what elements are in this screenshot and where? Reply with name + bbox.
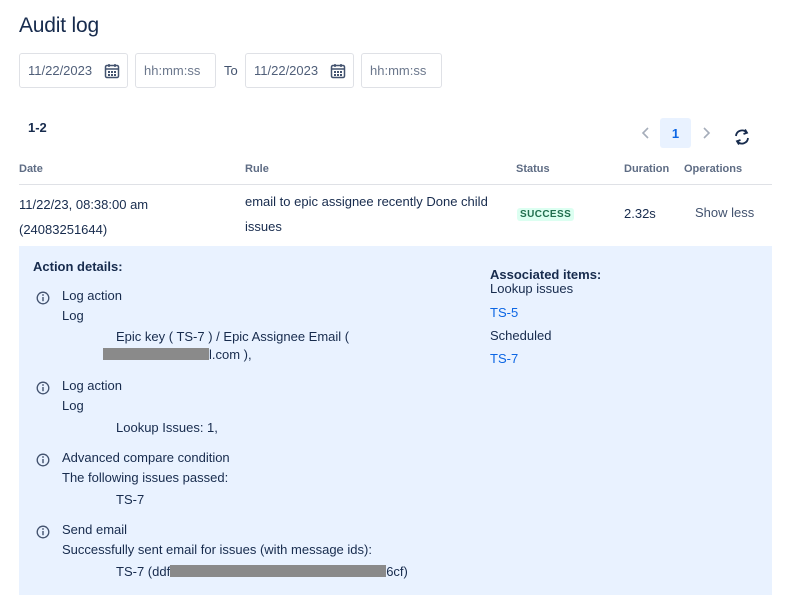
page-1-button[interactable]: 1 (660, 118, 691, 148)
column-header-status: Status (516, 163, 550, 175)
column-header-duration: Duration (624, 163, 670, 175)
column-header-date: Date (19, 163, 43, 175)
row-duration: 2.32s (624, 206, 656, 221)
info-icon (36, 453, 50, 467)
redacted-block (170, 565, 387, 577)
chevron-right-icon[interactable] (700, 125, 712, 141)
lookup-issues-label: Lookup issues (490, 281, 574, 296)
result-range: 1-2 (28, 120, 47, 135)
to-label: To (224, 63, 238, 78)
column-header-rule: Rule (245, 163, 269, 175)
chevron-left-icon[interactable] (640, 125, 652, 141)
info-icon (36, 381, 50, 395)
action-body: Epic key ( TS-7 ) / Epic Assignee Email … (103, 328, 350, 364)
action-subtitle: Successfully sent email for issues (with… (62, 542, 372, 557)
redacted-block (103, 348, 209, 360)
page-title: Audit log (19, 14, 99, 37)
refresh-icon[interactable] (733, 128, 751, 146)
action-subtitle: The following issues passed: (62, 470, 229, 485)
to-date-input[interactable]: 11/22/2023 (245, 53, 354, 88)
column-header-operations: Operations (684, 163, 743, 175)
action-body-text: TS-7 (ddf (116, 564, 171, 579)
associated-items-heading: Associated items: (490, 267, 602, 282)
from-time-placeholder: hh:mm:ss (144, 63, 201, 78)
action-details-panel: Action details: Log action Log Epic key … (19, 246, 772, 595)
action-body-text: 6cf) (386, 564, 408, 579)
info-icon (36, 525, 50, 539)
to-time-input[interactable]: hh:mm:ss (361, 53, 442, 88)
calendar-icon[interactable] (330, 63, 346, 79)
to-time-placeholder: hh:mm:ss (370, 63, 427, 78)
issue-link-ts-7[interactable]: TS-7 (490, 351, 518, 366)
action-body-text: l.com ), (209, 347, 252, 362)
header-divider (19, 184, 772, 185)
action-title: Advanced compare condition (62, 450, 230, 465)
action-body: Lookup Issues: 1, (116, 420, 218, 435)
row-date: 11/22/23, 08:38:00 am (19, 197, 149, 212)
action-title: Send email (62, 522, 128, 537)
from-time-input[interactable]: hh:mm:ss (135, 53, 216, 88)
action-subtitle: Log (62, 308, 84, 323)
row-date-cell: 11/22/23, 08:38:00 am (24083251644) (19, 192, 229, 242)
action-body: TS-7 (116, 492, 145, 507)
action-title: Log action (62, 288, 122, 303)
status-badge: SUCCESS (517, 208, 575, 221)
show-less-button[interactable]: Show less (695, 205, 754, 220)
info-icon (36, 291, 50, 305)
row-execution-id: (24083251644) (19, 222, 108, 237)
from-date-value: 11/22/2023 (28, 63, 93, 78)
action-details-heading: Action details: (33, 259, 123, 274)
action-title: Log action (62, 378, 122, 393)
to-date-value: 11/22/2023 (254, 63, 319, 78)
from-date-input[interactable]: 11/22/2023 (19, 53, 128, 88)
action-body-line: l.com ), (103, 346, 349, 364)
scheduled-label: Scheduled (490, 328, 552, 343)
action-body: TS-7 (ddf 6cf) (116, 563, 408, 581)
action-subtitle: Log (62, 398, 84, 413)
issue-link-ts-5[interactable]: TS-5 (490, 305, 518, 320)
row-rule: email to epic assignee recently Done chi… (245, 194, 488, 234)
action-body-line: Epic key ( TS-7 ) / Epic Assignee Email … (116, 329, 350, 344)
calendar-icon[interactable] (104, 63, 120, 79)
